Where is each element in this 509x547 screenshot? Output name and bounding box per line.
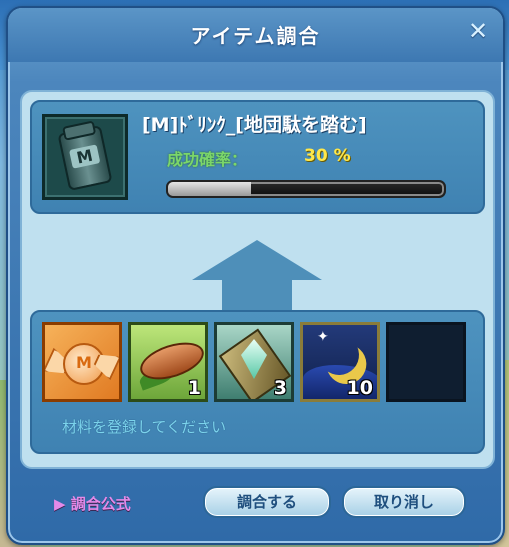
drink-icon: M [57,120,113,191]
success-rate-bar-fill [168,182,251,196]
combine-button[interactable]: 調合する [203,486,331,518]
material-quantity: 1 [187,377,201,399]
register-materials-hint: 材料を登録してください [62,418,227,436]
window-title: アイテム調合 [190,24,321,48]
material-slot-2[interactable]: 1 [128,322,208,402]
item-combine-window: アイテム調合 ✕ M [M]ﾄﾞﾘﾝｸ_[地団駄を踏む] 成功確率： 30 % [6,6,505,545]
material-slot-3[interactable]: 3 [214,322,294,402]
result-item-name: [M]ﾄﾞﾘﾝｸ_[地団駄を踏む] [142,114,367,136]
success-rate-bar [166,180,446,198]
material-slot-4[interactable]: ✦ 10 [300,322,380,402]
drink-letter: M [69,144,101,169]
close-icon[interactable]: ✕ [465,18,491,44]
arrow-up-icon [192,240,322,315]
sparkle-icon: ✦ [317,329,329,345]
materials-box: M 1 3 ✦ 10 材料を登録してください [30,310,485,454]
material-slot-1[interactable]: M [42,322,122,402]
result-item-box: M [M]ﾄﾞﾘﾝｸ_[地団駄を踏む] 成功確率： 30 % [30,100,485,214]
material-slot-5-empty[interactable] [386,322,466,402]
drink-cap [62,120,97,141]
result-item-icon-frame[interactable]: M [42,114,128,200]
title-bar[interactable]: アイテム調合 ✕ [8,8,503,62]
material-quantity: 10 [346,377,373,399]
material-quantity: 3 [273,377,287,399]
combine-formula-link[interactable]: ▶ 調合公式 [54,493,131,514]
combine-panel: M [M]ﾄﾞﾘﾝｸ_[地団駄を踏む] 成功確率： 30 % M 1 3 ✦ 1… [20,90,495,469]
success-rate-value: 30 % [304,146,351,166]
cancel-button[interactable]: 取り消し [342,486,466,518]
success-rate-label: 成功確率： [167,150,248,169]
